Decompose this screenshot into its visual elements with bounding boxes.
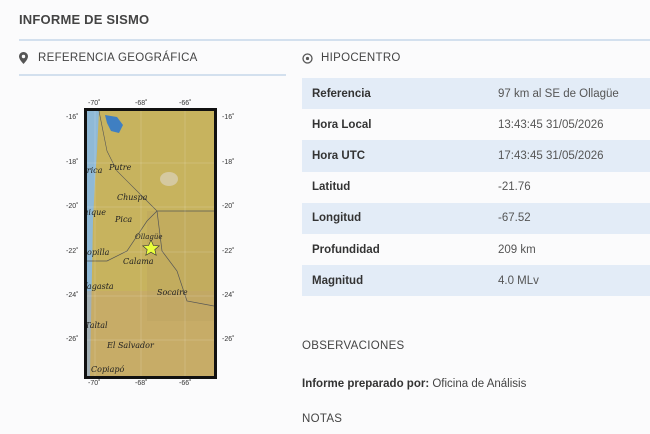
prepared-by-value: Oficina de Análisis (429, 378, 527, 390)
map-lat-tick: -18˚ (66, 159, 79, 166)
row-key: Hora Local (312, 118, 372, 131)
map-lon-tick: -66˚ (179, 100, 192, 107)
row-value: 13:43:45 31/05/2026 (498, 118, 604, 131)
table-row: Longitud -67.52 (302, 202, 650, 234)
map-place-label: Iquique (87, 208, 106, 217)
map-lat-tick: -16˚ (222, 114, 235, 121)
map-lat-tick: -26˚ (222, 336, 235, 343)
row-key: Referencia (302, 78, 488, 110)
row-value: -21.76 (498, 181, 531, 194)
table-row: Profundidad 209 km (302, 234, 650, 265)
prepared-by: Informe preparado por: Oficina de Anális… (302, 378, 526, 390)
map-lon-tick: -70˚ (88, 100, 101, 107)
row-key: Latitud (312, 181, 351, 194)
prepared-by-label: Informe preparado por: (302, 378, 430, 390)
row-value: 4.0 MLv (488, 265, 650, 297)
map-place-label: El Salvador (106, 341, 155, 350)
map-lat-tick: -16˚ (66, 114, 79, 121)
row-key: Magnitud (302, 265, 488, 297)
table-row: Magnitud 4.0 MLv (302, 265, 650, 297)
map-lat-tick: -24˚ (66, 292, 79, 299)
map-lat-tick: -20˚ (66, 203, 79, 210)
map-lat-tick: -22˚ (222, 248, 235, 255)
map-marker-icon (19, 52, 28, 64)
map-canvas: Putre Arica Chuspa Iquique Pica Ollagüe … (87, 111, 214, 376)
map-place-label: Pica (114, 215, 132, 224)
row-key: Hora UTC (302, 140, 488, 172)
target-icon (302, 53, 313, 64)
observations-title: OBSERVACIONES (302, 340, 405, 352)
row-key: Longitud (302, 202, 488, 234)
table-row: Hora Local 13:43:45 31/05/2026 (302, 109, 650, 140)
geo-section-divider (19, 74, 286, 76)
map-lon-tick: -66˚ (179, 380, 192, 387)
hypocenter-section-header: HIPOCENTRO (302, 50, 650, 72)
page-title: INFORME DE SISMO (19, 12, 150, 27)
row-value: 97 km al SE de Ollagüe (488, 78, 650, 110)
hypocenter-section-title: HIPOCENTRO (321, 52, 401, 64)
map-place-label: Copiapó (91, 365, 125, 374)
map-place-label: Calama (123, 257, 154, 266)
header-divider (19, 39, 650, 41)
map-lat-tick: -18˚ (222, 159, 235, 166)
map-lon-tick: -68˚ (135, 100, 148, 107)
table-row: Referencia 97 km al SE de Ollagüe (302, 78, 650, 110)
table-row: Latitud -21.76 (302, 172, 650, 203)
map-place-label: Taltal (87, 321, 108, 330)
row-value: 209 km (498, 243, 536, 256)
row-value: -67.52 (488, 202, 650, 234)
map-lat-tick: -20˚ (222, 203, 235, 210)
geo-section-title: REFERENCIA GEOGRÁFICA (38, 52, 198, 64)
map-lat-tick: -22˚ (66, 248, 79, 255)
map-place-label: Arica (87, 166, 103, 175)
map-lat-tick: -26˚ (66, 336, 79, 343)
map-lon-tick: -70˚ (88, 380, 101, 387)
epicenter-map: Putre Arica Chuspa Iquique Pica Ollagüe … (84, 108, 217, 379)
map-place-label: Antofagasta (87, 282, 114, 291)
row-key: Profundidad (312, 243, 380, 256)
map-lat-tick: -24˚ (222, 292, 235, 299)
report-header: INFORME DE SISMO (0, 0, 650, 41)
notes-title: NOTAS (302, 413, 343, 425)
map-place-label: Chuspa (117, 193, 148, 202)
map-place-label: Socaire (157, 288, 188, 297)
table-row: Hora UTC 17:43:45 31/05/2026 (302, 140, 650, 172)
map-lon-tick: -68˚ (135, 380, 148, 387)
geo-section-header: REFERENCIA GEOGRÁFICA (19, 50, 286, 76)
map-place-label: Putre (108, 163, 132, 172)
map-place-label: Ollagüe (135, 233, 163, 241)
hypocenter-table: Referencia 97 km al SE de Ollagüe Hora L… (302, 78, 650, 297)
row-value: 17:43:45 31/05/2026 (488, 140, 650, 172)
map-place-label: Tocopilla (87, 248, 110, 257)
